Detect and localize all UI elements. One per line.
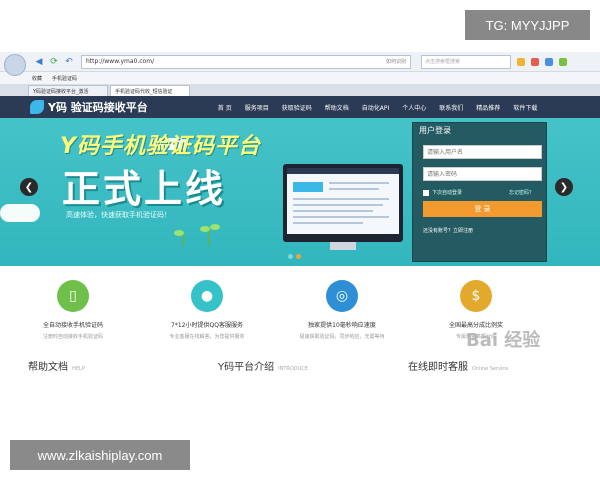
feature-title: 全自动接收手机验证码 [42, 322, 103, 329]
menu-account[interactable]: 个人中心 [402, 103, 426, 112]
login-title: 用户登录 [419, 125, 451, 135]
bird-logo-icon [30, 100, 44, 114]
monitor-illustration [283, 164, 403, 242]
leaf-decoration [174, 230, 184, 236]
user-avatar[interactable] [4, 54, 26, 76]
checkbox-icon[interactable] [423, 189, 429, 196]
sprout-decoration [182, 234, 184, 246]
address-tag: 如何识别 [385, 59, 406, 65]
cloud-decoration [0, 204, 40, 222]
menu-download[interactable]: 软件下载 [513, 103, 537, 112]
extension-icon[interactable] [545, 57, 553, 66]
site-logo[interactable]: Y码 验证码接收平台 [30, 99, 148, 115]
section-en: HELP [72, 366, 85, 372]
back-icon[interactable]: ◀ [33, 56, 45, 68]
extension-icon[interactable] [517, 57, 525, 66]
carousel-prev-button[interactable]: ❮ [20, 178, 38, 196]
hero-headline: 正式上线 [62, 167, 227, 211]
refresh-icon[interactable]: ⟳ [48, 56, 60, 68]
tab-2[interactable]: 手机验证码代收_短信验证 [110, 85, 190, 96]
section-title: 在线即时客服 [408, 362, 468, 373]
address-bar[interactable]: http://www.yma0.com/ 如何识别 [81, 54, 411, 69]
leaf-decoration [200, 226, 210, 232]
baidu-watermark: Bai 经验 [466, 330, 541, 351]
watermark-top: TG: MYYJJPP [465, 10, 590, 40]
remember-label: 下次自动登录 [432, 190, 463, 196]
menu-home[interactable]: 首 页 [218, 103, 232, 112]
feature-desc: 专业客服在线解答，为您提供服务 [169, 334, 245, 340]
hero-banner: Y码手机验证码平台 正式上线 高速体验，快速获取手机验证码！ ❮ ❯ 用户登录 … [0, 118, 600, 266]
undo-icon[interactable]: ↶ [63, 56, 75, 68]
section-title: 帮助文档 [28, 362, 68, 373]
qq-icon: ● [191, 280, 223, 312]
menu-api[interactable]: 自动化API [362, 103, 390, 112]
browser-toolbar: ◀ ⟳ ↶ http://www.yma0.com/ 如何识别 点击搜索框搜索 [0, 52, 600, 72]
feature-title: 独家提供10毫秒响应速度 [308, 322, 376, 329]
carousel-next-button[interactable]: ❯ [555, 178, 573, 196]
feature-item: ◎ 独家提供10毫秒响应速度 极速获取验证码，同步响应，无需等待 [282, 280, 402, 340]
feature-item: ● 7*12小时提供QQ客服服务 专业客服在线解答，为您提供服务 [147, 280, 267, 340]
bookmark-bar: 收藏 手机验证码 [0, 72, 600, 84]
feature-title: 7*12小时提供QQ客服服务 [171, 322, 243, 329]
section-intro: Y码平台介绍 INTRODUCE [218, 358, 308, 373]
extension-icon[interactable] [559, 57, 567, 66]
section-headers: 帮助文档 HELP Y码平台介绍 INTRODUCE 在线即时客服 Online Se… [0, 358, 600, 376]
menu-contact[interactable]: 联系我们 [439, 103, 463, 112]
leaf-decoration [210, 224, 220, 230]
remember-checkbox[interactable]: 下次自动登录 [423, 189, 462, 196]
monitor-stand [330, 242, 356, 250]
bookmark-favorites[interactable]: 收藏 [32, 75, 42, 82]
section-en: Online Service [472, 366, 509, 372]
menu-recommend[interactable]: 精品推荐 [476, 103, 500, 112]
section-help: 帮助文档 HELP [28, 358, 85, 373]
logo-text: Y码 验证码接收平台 [48, 101, 148, 114]
address-url: http://www.yma0.com/ [86, 58, 155, 65]
hero-title: Y码手机验证码平台 [60, 134, 261, 159]
username-input[interactable] [423, 145, 542, 159]
feature-item: ▯ 全自动接收手机验证码 注册时自动接收手机验证码 [13, 280, 133, 340]
login-panel: 用户登录 下次自动登录 忘记密码？ 登 录 还没有账号？立即注册 [412, 122, 547, 262]
menu-get-code[interactable]: 获取验证码 [282, 103, 312, 112]
carousel-dots[interactable] [288, 254, 304, 259]
sprout-decoration [208, 230, 210, 246]
forgot-password-link[interactable]: 忘记密码？ [509, 189, 534, 196]
main-menu: 首 页 服务项目 获取验证码 帮助文档 自动化API 个人中心 联系我们 精品推… [218, 103, 551, 112]
feature-desc: 注册时自动接收手机验证码 [42, 334, 103, 340]
register-link[interactable]: 还没有账号？立即注册 [423, 227, 473, 234]
password-input[interactable] [423, 167, 542, 181]
money-icon: $ [460, 280, 492, 312]
login-button[interactable]: 登 录 [423, 201, 542, 217]
tab-1[interactable]: Y码验证码接收平台_激活 [28, 85, 108, 96]
section-service: 在线即时客服 Online Service [408, 358, 508, 373]
feature-desc: 极速获取验证码，同步响应，无需等待 [299, 334, 385, 340]
globe-icon: ◎ [326, 280, 358, 312]
tab-strip: Y码验证码接收平台_激活 手机验证码代收_短信验证 [0, 84, 600, 96]
site-header: Y码 验证码接收平台 首 页 服务项目 获取验证码 帮助文档 自动化API 个人… [0, 96, 600, 118]
menu-help[interactable]: 帮助文档 [325, 103, 349, 112]
menu-services[interactable]: 服务项目 [245, 103, 269, 112]
phone-icon: ▯ [57, 280, 89, 312]
extension-icon[interactable] [531, 57, 539, 66]
watermark-bottom: www.zlkaishiplay.com [10, 440, 190, 470]
hero-subtitle: 高速体验，快速获取手机验证码！ [66, 211, 171, 219]
section-en: INTRODUCE [278, 366, 308, 372]
bookmark-sms[interactable]: 手机验证码 [52, 75, 77, 82]
section-title: Y码平台介绍 [218, 362, 275, 373]
browser-search-input[interactable]: 点击搜索框搜索 [421, 54, 511, 69]
